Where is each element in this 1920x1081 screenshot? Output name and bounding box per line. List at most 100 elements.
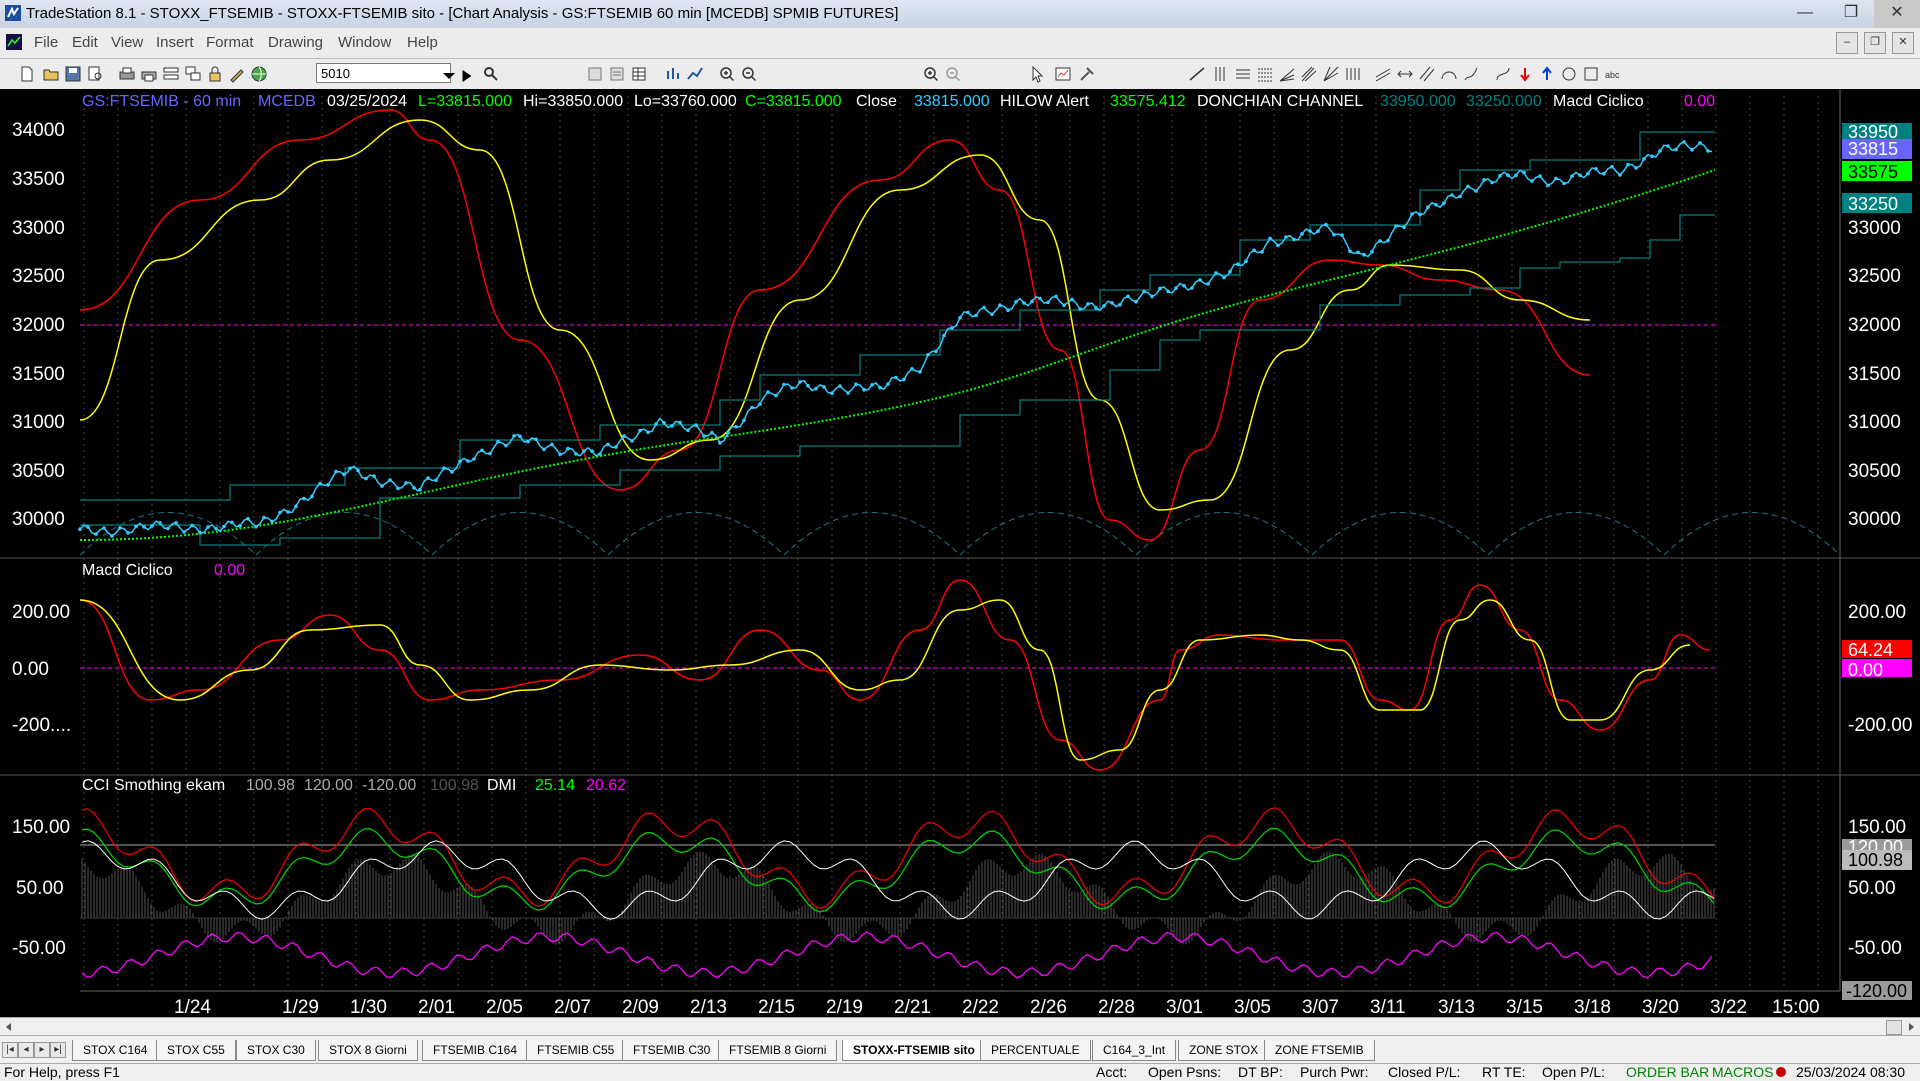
ellipse-icon[interactable] [1560, 65, 1578, 83]
close-button[interactable]: ✕ [1874, 0, 1920, 28]
status-open-positions[interactable]: Open Psns: [1148, 1064, 1221, 1080]
status-order-bar[interactable]: ORDER BAR [1626, 1064, 1709, 1080]
layout-icon[interactable] [162, 65, 180, 83]
scroll-right-arrow-icon[interactable] [1906, 1022, 1916, 1032]
arc-icon[interactable] [1440, 65, 1458, 83]
save-icon[interactable] [64, 65, 82, 83]
print-icon[interactable] [118, 65, 136, 83]
zoom-in-icon[interactable] [718, 65, 736, 83]
tab-ftsemib-8-giorni[interactable]: FTSEMIB 8 Giorni [718, 1040, 838, 1061]
tab-stoxx-ftsemib-sito[interactable]: STOXX-FTSEMIB sito [842, 1040, 986, 1061]
price-point [1236, 262, 1240, 267]
mdi-restore-button[interactable]: ❐ [1864, 32, 1886, 54]
chart-window-icon[interactable] [6, 34, 22, 50]
date-axis-label: 2/13 [690, 997, 727, 1018]
parallel-lines-icon[interactable] [1418, 65, 1436, 83]
up-arrow-blue-icon[interactable] [1538, 65, 1556, 83]
text-tool-icon[interactable]: abc [1604, 65, 1622, 83]
line-chart-icon[interactable] [686, 65, 704, 83]
tab-c164-3-int[interactable]: C164_3_Int [1092, 1040, 1177, 1061]
menu-drawing[interactable]: Drawing [268, 34, 323, 51]
fibonacci-icon[interactable] [1256, 65, 1274, 83]
status-purchasing-power[interactable]: Purch Pwr: [1300, 1064, 1368, 1080]
horizontal-lines-icon[interactable] [1234, 65, 1252, 83]
zoom-out-icon[interactable] [740, 65, 758, 83]
horizontal-scrollbar[interactable] [0, 1017, 1920, 1036]
status-closed-pl[interactable]: Closed P/L: [1388, 1064, 1460, 1080]
menu-help[interactable]: Help [407, 34, 438, 51]
status-acct[interactable]: Acct: [1096, 1064, 1127, 1080]
windows-icon[interactable] [184, 65, 202, 83]
tab-stox-c55[interactable]: STOX C55 [156, 1040, 236, 1061]
curve-icon[interactable] [1494, 65, 1512, 83]
rectangle-icon[interactable] [1582, 65, 1600, 83]
new-icon[interactable] [18, 65, 36, 83]
menu-file[interactable]: File [34, 34, 58, 51]
menu-edit[interactable]: Edit [72, 34, 98, 51]
cycle-arc [1663, 512, 1841, 556]
minimize-button[interactable]: — [1782, 0, 1828, 28]
symbol-dropdown-chevron-icon[interactable] [440, 67, 455, 79]
menu-view[interactable]: View [111, 34, 143, 51]
tab-zone-ftsemib[interactable]: ZONE FTSEMIB [1264, 1040, 1375, 1061]
status-rt-te[interactable]: RT TE: [1482, 1064, 1526, 1080]
globe-icon[interactable] [250, 65, 268, 83]
tab-next-button[interactable]: ▸ [34, 1042, 50, 1058]
cycle-lines-icon[interactable] [1344, 65, 1362, 83]
bar-chart-icon[interactable] [664, 65, 682, 83]
tab-ftsemib-c30[interactable]: FTSEMIB C30 [622, 1040, 722, 1061]
tab-zone-stox[interactable]: ZONE STOX [1178, 1040, 1270, 1061]
menu-window[interactable]: Window [338, 34, 391, 51]
cycle-arc [1311, 512, 1489, 556]
trendline-icon[interactable] [1188, 65, 1206, 83]
horizontal-arrow-icon[interactable] [1396, 65, 1414, 83]
vertical-lines-icon[interactable] [1212, 65, 1230, 83]
play-arrow-icon[interactable] [458, 67, 472, 82]
symbol-lookup-icon[interactable] [482, 65, 500, 83]
tab-first-button[interactable]: |◂ [2, 1042, 18, 1058]
format-window-icon[interactable] [608, 65, 626, 83]
andrews-pitchfork-icon[interactable] [1300, 65, 1318, 83]
tab-percentuale[interactable]: PERCENTUALE [980, 1040, 1091, 1061]
data-window-icon[interactable] [630, 65, 648, 83]
lock-icon[interactable] [206, 65, 224, 83]
status-macros[interactable]: MACROS [1712, 1064, 1773, 1080]
mdi-close-button[interactable]: ✕ [1892, 32, 1914, 54]
tab-stox-c164[interactable]: STOX C164 [72, 1040, 159, 1061]
tab-stox-c30[interactable]: STOX C30 [236, 1040, 316, 1061]
symbol-input[interactable]: 5010 [316, 63, 451, 83]
tab-last-button[interactable]: ▸| [50, 1042, 66, 1058]
freehand-pen-icon[interactable] [1462, 65, 1480, 83]
tab-stox-8-giorni[interactable]: STOX 8 Giorni [318, 1040, 418, 1061]
menu-format[interactable]: Format [206, 34, 254, 51]
down-arrow-red-icon[interactable] [1516, 65, 1534, 83]
scroll-thumb[interactable] [1886, 1020, 1902, 1035]
zoom-out-icon-2[interactable] [944, 65, 962, 83]
mdi-minimize-button[interactable]: – [1836, 32, 1858, 54]
chart-area[interactable]: GS:FTSEMIB - 60 min MCEDB 03/25/2024 L=3… [0, 89, 1920, 1021]
maximize-button[interactable]: ❐ [1828, 0, 1874, 28]
speed-lines-icon[interactable] [1278, 65, 1296, 83]
tools-icon[interactable] [1078, 65, 1096, 83]
insert-analysis-icon[interactable] [586, 65, 604, 83]
chart-properties-icon[interactable] [1054, 65, 1072, 83]
print-preview-icon[interactable] [86, 65, 104, 83]
status-dt-bp[interactable]: DT BP: [1238, 1064, 1283, 1080]
tab-prev-button[interactable]: ◂ [18, 1042, 34, 1058]
drawing-tools-icon[interactable] [228, 65, 246, 83]
open-folder-icon[interactable] [42, 65, 60, 83]
scroll-left-arrow-icon[interactable] [4, 1022, 14, 1032]
price-point [1410, 212, 1414, 216]
regression-channel-icon[interactable] [1374, 65, 1392, 83]
price-point [1070, 297, 1074, 302]
zoom-in-icon-2[interactable] [922, 65, 940, 83]
printer-setup-icon[interactable] [140, 65, 158, 83]
tab-ftsemib-c55[interactable]: FTSEMIB C55 [526, 1040, 626, 1061]
status-open-pl[interactable]: Open P/L: [1542, 1064, 1605, 1080]
pointer-icon[interactable] [1028, 65, 1046, 83]
price-point [1546, 183, 1550, 188]
tab-ftsemib-c164[interactable]: FTSEMIB C164 [422, 1040, 529, 1061]
menu-insert[interactable]: Insert [156, 34, 194, 51]
gann-fan-icon[interactable] [1322, 65, 1340, 83]
chart-canvas[interactable]: GS:FTSEMIB - 60 min MCEDB 03/25/2024 L=3… [0, 89, 1920, 1021]
